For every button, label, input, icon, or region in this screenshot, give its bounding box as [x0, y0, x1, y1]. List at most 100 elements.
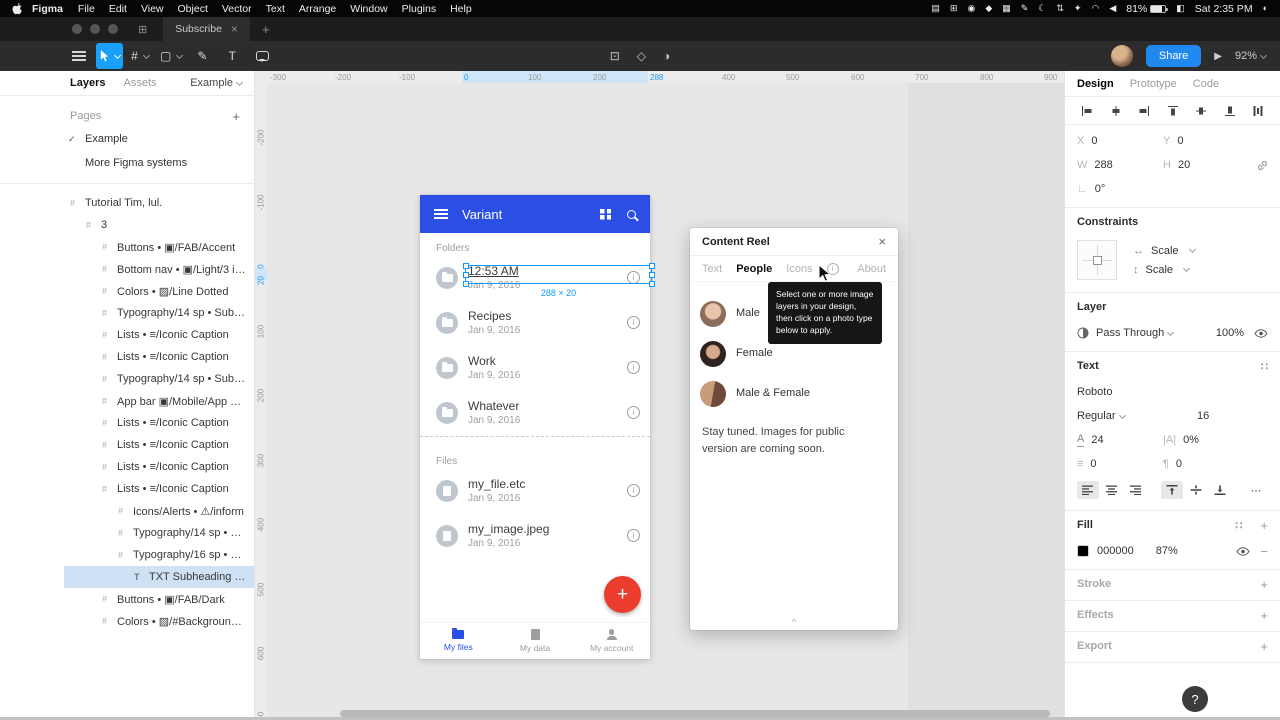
- vertical-align-bottom-button[interactable]: [1209, 481, 1231, 499]
- horizontal-constraint-select[interactable]: ↔ Scale: [1133, 245, 1195, 257]
- remove-fill-button[interactable]: −: [1260, 544, 1268, 559]
- distribute-button[interactable]: [1247, 102, 1269, 120]
- line-height-field[interactable]: A24: [1077, 433, 1163, 446]
- menu-icon[interactable]: [434, 209, 448, 219]
- edit-object-icon[interactable]: ⊡: [610, 49, 620, 63]
- keyboard-icon[interactable]: ▤: [931, 4, 940, 13]
- menu-window[interactable]: Window: [350, 3, 387, 15]
- grid-view-icon[interactable]: [600, 209, 611, 220]
- text-options-button[interactable]: ⋯: [1245, 481, 1267, 499]
- font-family-select[interactable]: Roboto: [1077, 386, 1112, 398]
- minimize-window-button[interactable]: [90, 24, 100, 34]
- close-window-button[interactable]: [72, 24, 82, 34]
- info-icon[interactable]: i: [627, 361, 640, 374]
- fill-color-swatch[interactable]: [1077, 545, 1089, 557]
- layer-opacity-field[interactable]: 100%: [1216, 327, 1244, 339]
- y-field[interactable]: Y0: [1163, 135, 1249, 147]
- tab-assets[interactable]: Assets: [123, 77, 156, 89]
- info-icon[interactable]: i: [627, 484, 640, 497]
- close-tab-icon[interactable]: ×: [231, 22, 238, 36]
- fill-opacity-field[interactable]: 87%: [1156, 545, 1178, 557]
- nav-my-files[interactable]: My files: [420, 623, 497, 659]
- record-icon[interactable]: ◉: [967, 4, 975, 13]
- list-item[interactable]: WorkJan 9, 2016i: [420, 347, 650, 392]
- info-icon[interactable]: i: [627, 406, 640, 419]
- fill-visibility-toggle[interactable]: [1236, 547, 1250, 556]
- person-row-male-female[interactable]: Male & Female: [690, 374, 898, 414]
- align-v-center-button[interactable]: [1190, 102, 1212, 120]
- updown-icon[interactable]: ⇅: [1056, 4, 1064, 13]
- constraints-widget[interactable]: [1077, 240, 1117, 280]
- vertical-align-middle-button[interactable]: [1185, 481, 1207, 499]
- canvas[interactable]: -300-200-1000100200288400500600700800900…: [255, 71, 1064, 720]
- resize-chevron-icon[interactable]: ^: [792, 617, 796, 627]
- layer-row[interactable]: #Typography/14 sp • Subheading …: [0, 302, 254, 324]
- layer-row[interactable]: TTXT Subheading Regul…: [0, 566, 254, 588]
- content-reel-plugin[interactable]: Content Reel × TextPeopleIconsiAbout Mal…: [690, 228, 898, 630]
- nav-my-account[interactable]: My account: [573, 623, 650, 659]
- font-size-field[interactable]: 16: [1197, 410, 1209, 422]
- mobile-app-frame[interactable]: Variant Folders12:53 AMJan 9, 2016iRecip…: [420, 195, 650, 659]
- present-button[interactable]: ▶: [1214, 51, 1222, 62]
- add-export-button[interactable]: +: [1260, 639, 1268, 654]
- layer-row[interactable]: #Typography/16 sp • Subhea…: [0, 544, 254, 566]
- menu-vector[interactable]: Vector: [222, 3, 252, 15]
- shape-tool[interactable]: ▢: [157, 43, 185, 69]
- layer-row[interactable]: #Bottom nav • ▣/Light/3 items: [0, 258, 254, 280]
- fill-hex-field[interactable]: 000000: [1097, 545, 1134, 557]
- bluetooth-icon[interactable]: ✦: [1074, 4, 1082, 13]
- horizontal-scrollbar[interactable]: [340, 710, 1050, 717]
- menu-object[interactable]: Object: [178, 3, 208, 15]
- siri-icon[interactable]: ◐: [1263, 4, 1268, 13]
- layer-row[interactable]: #Colors • ▨/Line Dotted: [0, 280, 254, 302]
- mask-icon[interactable]: ◑: [663, 49, 670, 63]
- comment-tool[interactable]: [249, 43, 275, 69]
- page-example[interactable]: ✓Example: [0, 127, 254, 151]
- add-page-button[interactable]: +: [232, 109, 240, 124]
- wifi-icon[interactable]: ◠: [1091, 4, 1099, 13]
- menu-plugins[interactable]: Plugins: [402, 3, 436, 15]
- list-item[interactable]: my_file.etcJan 9, 2016i: [420, 470, 650, 515]
- zoom-window-button[interactable]: [108, 24, 118, 34]
- add-fill-button[interactable]: +: [1260, 518, 1268, 533]
- menu-arrange[interactable]: Arrange: [299, 3, 336, 15]
- height-field[interactable]: H20: [1163, 159, 1249, 171]
- display-icon[interactable]: ▦: [1002, 4, 1011, 13]
- search-icon[interactable]: [627, 210, 636, 219]
- nav-my-data[interactable]: My data: [497, 623, 574, 659]
- fab-button[interactable]: +: [604, 576, 641, 613]
- vertical-align-top-button[interactable]: [1161, 481, 1183, 499]
- type-details-icon[interactable]: ∷: [1261, 360, 1268, 373]
- fill-styles-icon[interactable]: ∷: [1235, 519, 1242, 532]
- new-tab-button[interactable]: +: [262, 22, 270, 37]
- paragraph-indent-field[interactable]: ¶0: [1163, 458, 1249, 470]
- add-effect-button[interactable]: +: [1260, 608, 1268, 623]
- moon-icon[interactable]: ☾: [1038, 4, 1046, 13]
- zoom-select[interactable]: 92%: [1235, 50, 1266, 62]
- layer-row[interactable]: #Lists • ≡/Iconic Caption: [0, 412, 254, 434]
- font-weight-select[interactable]: Regular: [1077, 410, 1173, 422]
- align-bottom-button[interactable]: [1219, 102, 1241, 120]
- layer-row[interactable]: #Typography/14 sp • Subheading …: [0, 368, 254, 390]
- main-menu-button[interactable]: [66, 43, 92, 69]
- align-top-button[interactable]: [1162, 102, 1184, 120]
- paragraph-spacing-field[interactable]: ≡0: [1077, 458, 1163, 470]
- layer-row[interactable]: #Buttons • ▣/FAB/Dark: [0, 588, 254, 610]
- info-icon[interactable]: i: [627, 316, 640, 329]
- align-right-button[interactable]: [1133, 102, 1155, 120]
- page-more-figma-systems[interactable]: More Figma systems: [0, 151, 254, 175]
- list-item[interactable]: WhateverJan 9, 2016i: [420, 392, 650, 437]
- menu-figma[interactable]: Figma: [32, 3, 63, 15]
- info-icon[interactable]: i: [627, 529, 640, 542]
- constrain-proportions-icon[interactable]: [1257, 160, 1268, 171]
- layer-visibility-toggle[interactable]: [1254, 329, 1268, 338]
- menu-edit[interactable]: Edit: [109, 3, 127, 15]
- apple-icon[interactable]: [12, 3, 22, 15]
- volume-icon[interactable]: ◀: [1109, 4, 1116, 13]
- layer-row[interactable]: #Buttons • ▣/FAB/Accent: [0, 236, 254, 258]
- rotation-field[interactable]: ∟0°: [1077, 183, 1163, 195]
- menu-help[interactable]: Help: [450, 3, 472, 15]
- layer-row[interactable]: #Colors • ▨/#Background/Li…: [0, 610, 254, 632]
- list-item[interactable]: RecipesJan 9, 2016i: [420, 302, 650, 347]
- battery-indicator[interactable]: 81%: [1126, 3, 1166, 15]
